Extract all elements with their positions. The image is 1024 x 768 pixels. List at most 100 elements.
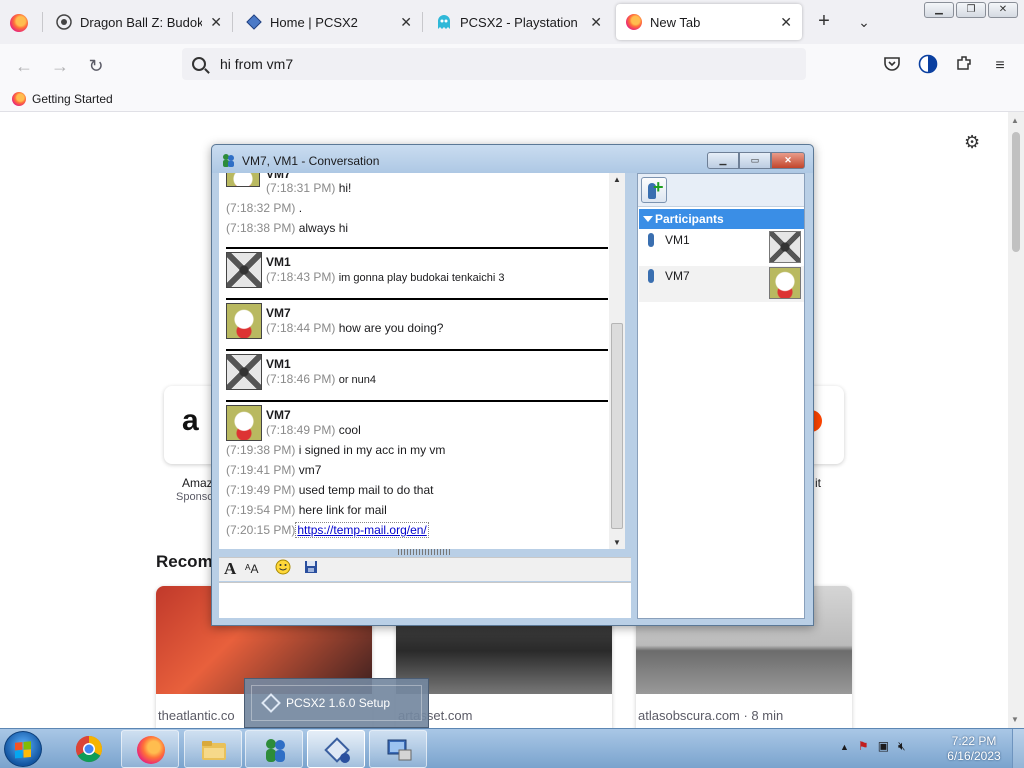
tab-separator [232,12,233,32]
restore-button[interactable]: ❐ [956,2,986,18]
taskbar-firefox[interactable] [121,730,179,768]
participant-row[interactable]: VM1 [639,230,804,266]
reload-button[interactable]: ↻ [84,54,108,78]
font-color-icon[interactable]: ᴬA [245,562,258,576]
pocket-icon[interactable] [880,54,904,78]
conversation-window-controls: ▁ ▭ ✕ [707,152,805,169]
minimize-button[interactable]: ▁ [707,152,739,169]
conversation-titlebar[interactable]: VM7, VM1 - Conversation ▁ ▭ ✕ [212,145,813,173]
new-tab-button[interactable]: + [812,10,836,34]
tab-dragon-ball[interactable]: Dragon Ball Z: Budokai Te ✕ [46,4,232,40]
scroll-down-icon[interactable]: ▼ [613,538,621,547]
minimize-button[interactable]: ▁ [924,2,954,18]
participant-row[interactable]: VM7 [639,266,804,302]
message-line: (7:18:46 PM) or nun4 [266,372,377,386]
message-author: VM7 [266,306,291,320]
smiley-icon[interactable] [275,559,291,579]
taskbar-network-app[interactable] [369,730,427,768]
message-line: (7:18:31 PM) hi! [266,181,352,195]
taskbar-chrome[interactable] [60,730,118,768]
message-line: (7:18:38 PM) always hi [226,221,349,235]
account-icon[interactable] [916,54,940,78]
close-tab-icon[interactable]: ✕ [590,14,602,31]
close-tab-icon[interactable]: ✕ [210,14,222,31]
tab-new-tab[interactable]: New Tab ✕ [616,4,802,40]
scroll-thumb[interactable] [611,323,623,529]
folder-icon [202,741,226,760]
taskbar-thumbnail-popup[interactable]: PCSX2 1.6.0 Setup [244,678,429,728]
show-hidden-icons-icon[interactable]: ▲ [840,739,849,754]
bookmark-getting-started[interactable]: Getting Started [32,92,113,106]
save-icon[interactable] [304,560,318,578]
scroll-thumb[interactable] [1012,132,1020,252]
dbz-icon [56,14,72,30]
tab-title: New Tab [650,14,701,30]
font-icon[interactable]: A [224,559,236,579]
tab-separator [422,12,423,32]
popup-item[interactable]: PCSX2 1.6.0 Setup [251,685,422,721]
message-input[interactable] [219,582,631,618]
network-icon[interactable]: ▣ [878,739,889,754]
system-clock[interactable]: 7:22 PM 6/16/2023 [944,734,1004,764]
volume-muted-icon[interactable]: 🔇︎ [898,739,906,754]
close-window-button[interactable]: ✕ [988,2,1018,18]
tab-title: PCSX2 - Playstation 2 BIO [460,14,582,30]
close-tab-icon[interactable]: ✕ [400,14,412,31]
message-line: (7:18:32 PM) . [226,201,303,215]
scroll-up-icon[interactable]: ▲ [613,175,621,184]
chat-scrollbar[interactable]: ▲ ▼ [609,173,625,549]
address-bar[interactable] [182,48,806,80]
message-author: VM7 [266,173,291,181]
message-separator [226,247,608,249]
message-line: (7:19:49 PM) used temp mail to do that [226,483,434,497]
window-controls: ▁ ❐ ✕ [924,2,1018,18]
extensions-icon[interactable] [952,54,976,78]
message-line: (7:20:15 PM) https://temp-mail.org/en/ [226,522,429,538]
close-tab-icon[interactable]: ✕ [780,14,792,31]
taskbar-pcsx2-setup[interactable] [307,730,365,768]
participant-name: VM7 [665,269,690,283]
format-toolbar: A ᴬA [219,557,631,581]
tab-title: Dragon Ball Z: Budokai Te [80,14,203,30]
gear-icon[interactable]: ⚙ [964,132,980,153]
forward-button[interactable]: → [48,54,72,78]
taskbar-explorer[interactable] [184,730,242,768]
scroll-down-icon[interactable]: ▼ [1011,715,1019,724]
windows-icon [15,741,31,759]
knot-avatar [769,231,801,263]
message-author: VM1 [266,357,291,371]
message-line: (7:19:54 PM) here link for mail [226,503,387,517]
tab-pcsx2-home[interactable]: Home | PCSX2 ✕ [236,4,422,40]
message-line: (7:18:44 PM) how are you doing? [266,321,444,335]
list-tabs-button[interactable]: ⌄ [852,10,876,34]
url-input[interactable] [220,56,780,72]
temp-mail-link[interactable]: https://temp-mail.org/en/ [295,522,429,538]
tab-title: Home | PCSX2 [270,14,358,30]
add-participant-button[interactable]: + [641,177,667,203]
menu-icon[interactable]: ≡ [988,54,1012,78]
participants-header[interactable]: Participants [639,209,804,229]
taskbar-messenger[interactable] [245,730,303,768]
flag-alert-icon[interactable]: ⚑ [858,739,869,754]
start-button[interactable] [4,731,42,767]
chrome-icon [75,735,103,763]
tab-pcsx2-bios[interactable]: PCSX2 - Playstation 2 BIO ✕ [426,4,612,40]
show-desktop-button[interactable] [1012,729,1024,768]
scroll-up-icon[interactable]: ▲ [1011,116,1019,125]
knot-avatar [226,354,262,390]
back-button[interactable]: ← [12,54,36,78]
pcsx2-icon [261,693,281,713]
participants-pane: + Participants VM1 VM7 [637,173,805,619]
amazon-logo: a [182,404,199,437]
user-icon [648,233,654,247]
pane-splitter[interactable] [398,549,452,555]
chat-history[interactable]: VM7 (7:18:31 PM) hi! (7:18:32 PM) . (7:1… [219,173,625,549]
pcsx2-setup-icon [324,737,350,763]
message-line: (7:18:49 PM) cool [266,423,361,437]
page-scrollbar[interactable]: ▲ ▼ [1008,112,1024,728]
maximize-button[interactable]: ▭ [739,152,771,169]
close-button[interactable]: ✕ [771,152,805,169]
plus-icon: + [653,177,664,197]
shortcut-sponsored: Sponsc [176,491,213,503]
firefox-view-icon[interactable] [10,14,28,32]
